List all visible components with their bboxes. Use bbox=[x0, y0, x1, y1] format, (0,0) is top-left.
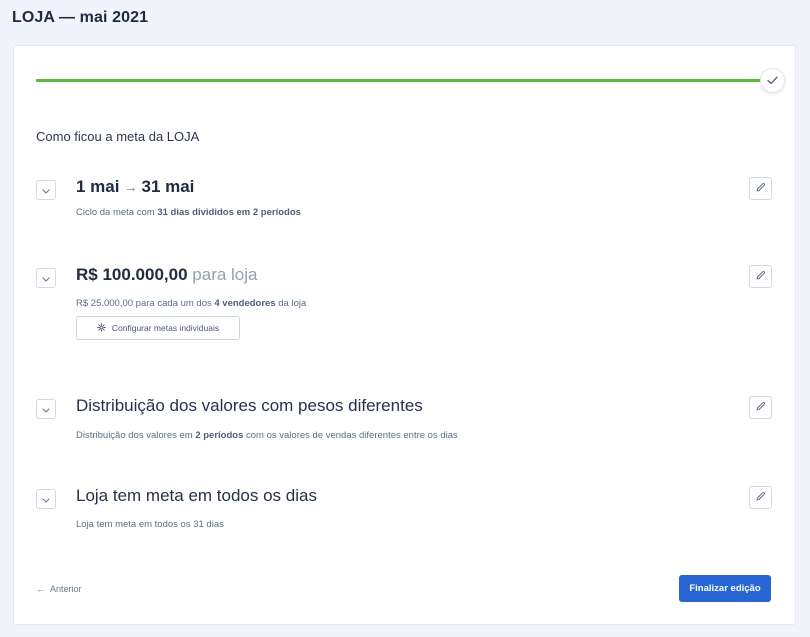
check-icon bbox=[760, 68, 785, 93]
pencil-icon bbox=[755, 399, 766, 417]
cycle-description: Ciclo da meta com 31 dias divididos em 2… bbox=[76, 207, 301, 218]
arrow-right-icon: → bbox=[123, 179, 138, 195]
pencil-icon bbox=[755, 180, 766, 198]
section-heading: Como ficou a meta da LOJA bbox=[36, 129, 200, 144]
configure-individual-goals-button[interactable]: Configurar metas individuais bbox=[76, 316, 240, 340]
pencil-icon bbox=[755, 268, 766, 286]
target-description-suffix: da loja bbox=[275, 298, 307, 309]
pencil-icon bbox=[755, 489, 766, 507]
chevron-down-icon bbox=[42, 181, 50, 199]
cycle-description-bold: 31 dias divididos em 2 períodos bbox=[157, 207, 301, 218]
days-description: Loja tem meta em todos os 31 dias bbox=[76, 519, 224, 530]
cycle-description-prefix: Ciclo da meta com bbox=[76, 207, 158, 218]
chevron-down-icon bbox=[42, 400, 50, 418]
edit-distribution-button[interactable] bbox=[749, 396, 772, 419]
distribution-description-suffix: com os valores de vendas diferentes entr… bbox=[243, 430, 458, 441]
cycle-start: 1 mai bbox=[76, 177, 120, 196]
distribution-title: Distribuição dos valores com pesos difer… bbox=[76, 396, 423, 415]
goal-summary-card: Como ficou a meta da LOJA 1 mai → 31 mai C… bbox=[13, 45, 796, 625]
chevron-down-icon bbox=[42, 490, 50, 508]
expand-cycle-button[interactable] bbox=[36, 180, 56, 200]
target-description: R$ 25.000,00 para cada um dos 4 vendedor… bbox=[76, 298, 306, 309]
gear-icon bbox=[97, 322, 106, 334]
expand-distribution-button[interactable] bbox=[36, 399, 56, 419]
cycle-title: 1 mai → 31 mai bbox=[76, 177, 194, 197]
page-title: LOJA — mai 2021 bbox=[12, 9, 149, 26]
progress-fill bbox=[36, 79, 772, 82]
progress-bar bbox=[36, 79, 772, 82]
distribution-description-prefix: Distribuição dos valores em bbox=[76, 430, 196, 441]
previous-label: Anterior bbox=[50, 584, 82, 594]
chevron-down-icon bbox=[42, 269, 50, 287]
arrow-left-icon: ← bbox=[36, 584, 45, 594]
finish-editing-button[interactable]: Finalizar edição bbox=[679, 575, 771, 602]
edit-cycle-button[interactable] bbox=[749, 177, 772, 200]
target-value: R$ 100.000,00 bbox=[76, 265, 188, 284]
configure-individual-goals-label: Configurar metas individuais bbox=[111, 323, 220, 333]
distribution-description-bold: 2 períodos bbox=[195, 430, 244, 441]
distribution-description: Distribuição dos valores em 2 períodos c… bbox=[76, 430, 458, 441]
previous-link[interactable]: ← Anterior bbox=[36, 584, 82, 594]
expand-days-button[interactable] bbox=[36, 489, 56, 509]
target-description-prefix: R$ 25.000,00 para cada um dos bbox=[76, 298, 215, 309]
edit-days-button[interactable] bbox=[749, 486, 772, 509]
target-suffix: para loja bbox=[192, 265, 258, 284]
target-title: R$ 100.000,00 para loja bbox=[76, 265, 258, 285]
days-title: Loja tem meta em todos os dias bbox=[76, 486, 317, 505]
cycle-end: 31 mai bbox=[141, 177, 195, 196]
expand-target-button[interactable] bbox=[36, 268, 56, 288]
target-description-bold: 4 vendedores bbox=[214, 298, 276, 309]
edit-target-button[interactable] bbox=[749, 265, 772, 288]
